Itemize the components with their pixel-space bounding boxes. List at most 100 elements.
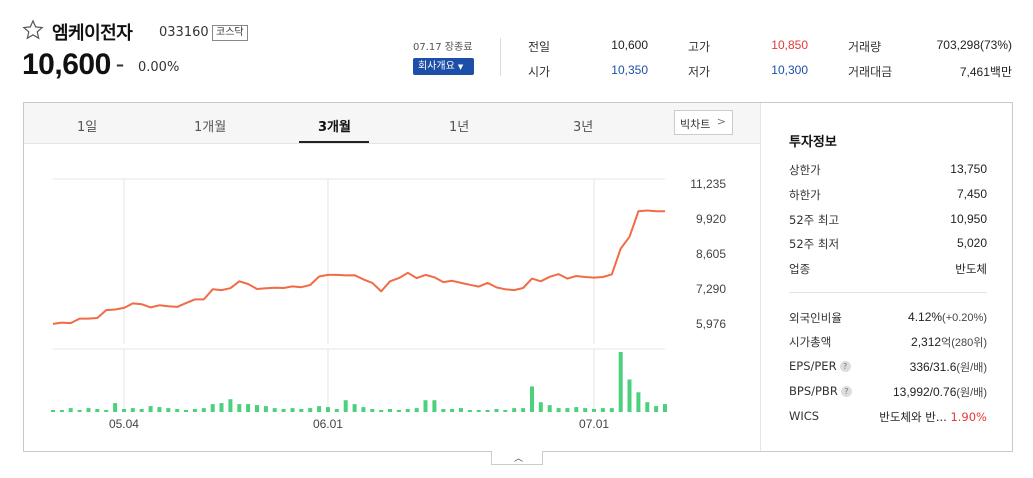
y-tick-label: 9,920: [696, 212, 726, 226]
tab-3year[interactable]: 3년: [573, 116, 593, 135]
volume-bar: [450, 409, 455, 412]
bps-pbr-value: 13,992/0.76: [892, 385, 957, 399]
prev-close-label: 전일: [528, 40, 551, 54]
volume-bar: [370, 409, 375, 412]
volume-bar: [636, 392, 641, 412]
volume-bar: [326, 407, 330, 412]
sector-label: 업종: [789, 262, 811, 276]
volume-bar: [201, 408, 206, 412]
active-tab-indicator: [299, 141, 369, 143]
volume-bar: [86, 408, 91, 412]
bps-pbr-unit: (원/배): [956, 387, 987, 399]
eps-per-row: EPS/PER? 336/31.6(원/배): [789, 359, 987, 375]
volume-bar: [237, 404, 242, 412]
foreign-ratio-label: 외국인비율: [789, 311, 842, 325]
stock-code: 033160: [159, 25, 209, 40]
volume-bar: [352, 404, 357, 412]
favorite-star-icon[interactable]: [22, 19, 44, 41]
wics-value[interactable]: 반도체와 반...: [879, 410, 947, 424]
open-label: 시가: [528, 65, 551, 79]
volume-bar: [405, 409, 410, 412]
volume-bar: [361, 407, 366, 412]
big-chart-label: 빅차트: [680, 118, 711, 131]
y-tick-label: 7,290: [696, 282, 726, 296]
volume-bar: [228, 399, 233, 412]
sector-value[interactable]: 반도체: [955, 261, 987, 277]
volume-bar: [627, 379, 632, 412]
change-rate: 0.00%: [138, 60, 180, 75]
volume-bar: [485, 410, 490, 412]
volume-bar: [600, 408, 605, 412]
collapse-toggle[interactable]: ︿: [491, 451, 543, 465]
wics-change: 1.90%: [950, 410, 987, 424]
wics-label: WICS: [789, 409, 820, 423]
x-tick-label: 05.04: [109, 417, 139, 431]
low-value: 10,300: [771, 63, 808, 77]
lower-limit-value: 7,450: [956, 187, 987, 201]
volume-bar: [139, 409, 144, 412]
help-icon[interactable]: ?: [839, 361, 851, 372]
upper-limit-row: 상한가 13,750: [789, 162, 987, 178]
market-cap-value: 2,312: [911, 335, 942, 349]
tab-1day[interactable]: 1일: [77, 116, 97, 135]
volume-bar: [645, 402, 650, 412]
volume-bar: [272, 408, 277, 412]
high-value: 10,850: [771, 38, 808, 52]
sector-row: 업종 반도체: [789, 261, 987, 277]
high-label: 고가: [688, 40, 711, 54]
low52-value: 5,020: [956, 236, 987, 250]
tab-3month[interactable]: 3개월: [318, 116, 351, 135]
amount-value: 7,461백만: [959, 65, 1012, 79]
low-label: 저가: [688, 65, 711, 79]
chart-panel: 1일 1개월 3개월 1년 3년 빅차트 > 5,976 7,290 8,605 9,9…: [23, 102, 1013, 452]
volume-bar: [77, 410, 82, 412]
company-overview-button[interactable]: 회사개요 ▼: [413, 58, 474, 75]
amount-label: 거래대금: [848, 65, 893, 79]
volume-bar: [432, 400, 437, 412]
price-volume-chart: 5,976 7,290 8,605 9,920 11,235 05.04 06.01 07.0…: [51, 177, 726, 431]
volume-bar: [290, 408, 295, 412]
change-symbol: –: [116, 55, 124, 74]
volume-bar: [379, 410, 384, 412]
foreign-ratio-value: 4.12%: [908, 310, 943, 324]
volume-bar: [476, 410, 481, 412]
x-tick-label: 07.01: [579, 417, 609, 431]
current-price: 10,600: [22, 48, 111, 81]
volume-bar: [654, 406, 659, 412]
invest-info-title: 투자정보: [789, 135, 837, 150]
market-badge: 코스닥: [212, 25, 248, 41]
volume-bar: [663, 404, 667, 412]
volume-bar: [556, 408, 561, 412]
volume-bar: [618, 352, 623, 412]
volume-bar: [317, 406, 322, 412]
help-icon[interactable]: ?: [840, 386, 852, 397]
volume-bar: [192, 409, 197, 412]
upper-limit-value: 13,750: [950, 162, 987, 176]
volume-bar: [299, 409, 304, 412]
stock-name: 엠케이전자: [52, 23, 133, 44]
volume-bar: [246, 404, 251, 412]
volume-bar: [308, 408, 313, 412]
volume-bar: [503, 410, 508, 412]
volume-bar: [592, 409, 596, 412]
eps-per-value: 336/31.6: [909, 360, 957, 374]
company-overview-label: 회사개요: [418, 61, 455, 72]
tab-1year[interactable]: 1년: [449, 116, 469, 135]
volume-bar: [512, 408, 517, 412]
chevron-right-icon: >: [716, 115, 726, 128]
volume-bar: [255, 405, 259, 412]
volume-bar: [51, 410, 55, 412]
big-chart-button[interactable]: 빅차트 >: [674, 110, 733, 135]
volume-bar: [219, 403, 224, 412]
volume-bar: [423, 400, 428, 412]
upper-limit-label: 상한가: [789, 163, 821, 177]
eps-per-label: EPS/PER: [789, 359, 837, 373]
volume-bar: [68, 408, 73, 412]
volume-label: 거래량: [848, 40, 882, 54]
lower-limit-row: 하한가 7,450: [789, 187, 987, 203]
price-series-line: [52, 209, 665, 325]
volume-bar: [521, 408, 526, 412]
volume-bar: [148, 406, 153, 412]
tab-1month[interactable]: 1개월: [194, 116, 226, 135]
volume-bar: [113, 403, 118, 412]
